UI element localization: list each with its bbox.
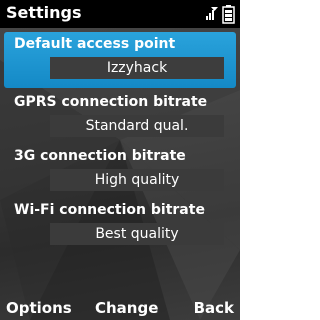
setting-label: 3G connection bitrate <box>14 148 186 164</box>
setting-row-gprs-bitrate[interactable]: GPRS connection bitrate Standard qual. <box>4 90 236 142</box>
settings-screen: Settings Default access point Izzyhack G… <box>0 0 240 320</box>
setting-label: Default access point <box>14 36 176 52</box>
status-bar: Settings <box>0 0 240 28</box>
setting-value: High quality <box>50 169 224 191</box>
change-softkey[interactable]: Change <box>95 299 158 317</box>
network-signal-icon <box>206 7 218 20</box>
setting-row-default-access-point[interactable]: Default access point Izzyhack <box>4 32 236 88</box>
setting-value: Standard qual. <box>50 115 224 137</box>
setting-row-wifi-bitrate[interactable]: Wi-Fi connection bitrate Best quality <box>4 198 236 250</box>
options-softkey[interactable]: Options <box>6 299 72 317</box>
battery-icon <box>222 5 235 24</box>
setting-value: Best quality <box>50 223 224 245</box>
setting-label: GPRS connection bitrate <box>14 94 208 110</box>
setting-value: Izzyhack <box>50 57 224 79</box>
back-softkey[interactable]: Back <box>194 299 234 317</box>
setting-row-3g-bitrate[interactable]: 3G connection bitrate High quality <box>4 144 236 196</box>
softkey-bar: Options Change Back <box>0 296 240 320</box>
setting-label: Wi-Fi connection bitrate <box>14 202 205 218</box>
page-title: Settings <box>6 3 82 22</box>
